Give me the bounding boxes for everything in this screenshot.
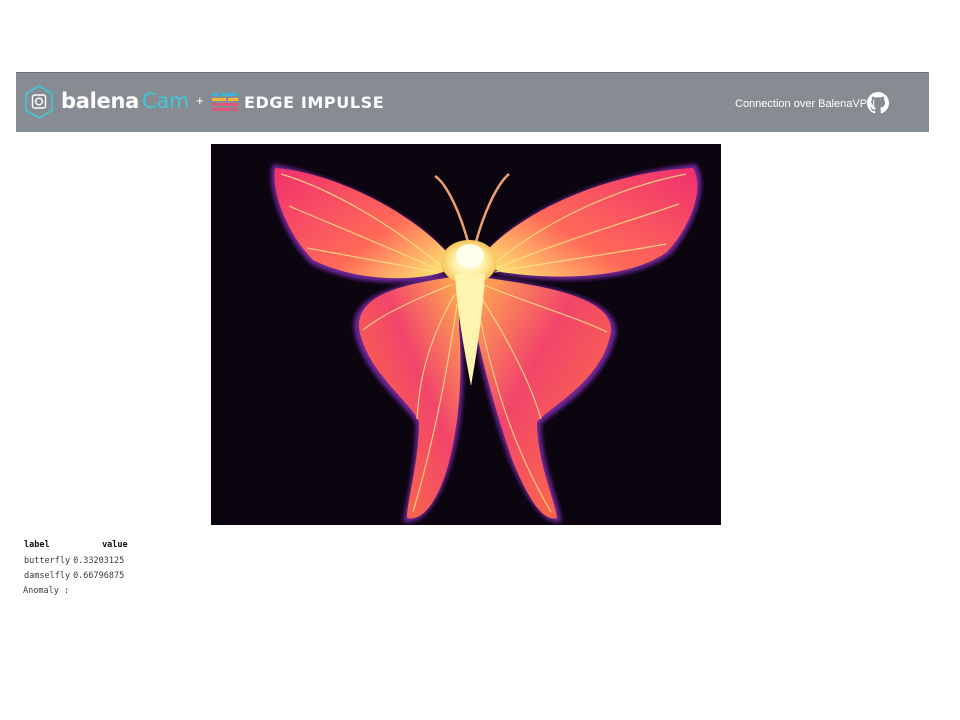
anomaly-label: Anomaly <box>23 586 59 596</box>
balena-cube-icon <box>25 85 53 119</box>
brand-cam-text: Cam <box>142 89 190 113</box>
value-header: value <box>102 540 128 550</box>
result-label: butterfly <box>24 556 71 566</box>
result-value: 0.33203125 <box>73 556 125 566</box>
results-table: label value butterfly 0.33203125 damself… <box>23 540 130 586</box>
result-value: 0.66796875 <box>73 571 125 581</box>
app-header: balena Cam + EDGE IMPULSE Connection ove… <box>16 72 929 132</box>
connection-status: Connection over BalenaVPN <box>735 98 876 110</box>
edge-impulse-text: EDGE IMPULSE <box>244 93 385 112</box>
result-label: damselfly <box>24 571 71 581</box>
inference-results: label value butterfly 0.33203125 damself… <box>23 540 130 596</box>
brand-balena-text: balena <box>61 89 139 113</box>
thermal-butterfly-image <box>211 144 721 525</box>
anomaly-value: : <box>63 586 70 596</box>
github-icon[interactable] <box>867 92 889 114</box>
table-row: butterfly 0.33203125 <box>23 556 130 571</box>
anomaly-row: Anomaly : <box>23 586 130 596</box>
label-header: label <box>24 540 50 550</box>
edge-impulse-icon <box>212 93 238 111</box>
table-row: damselfly 0.66796875 <box>23 571 130 586</box>
plus-separator: + <box>196 93 204 108</box>
